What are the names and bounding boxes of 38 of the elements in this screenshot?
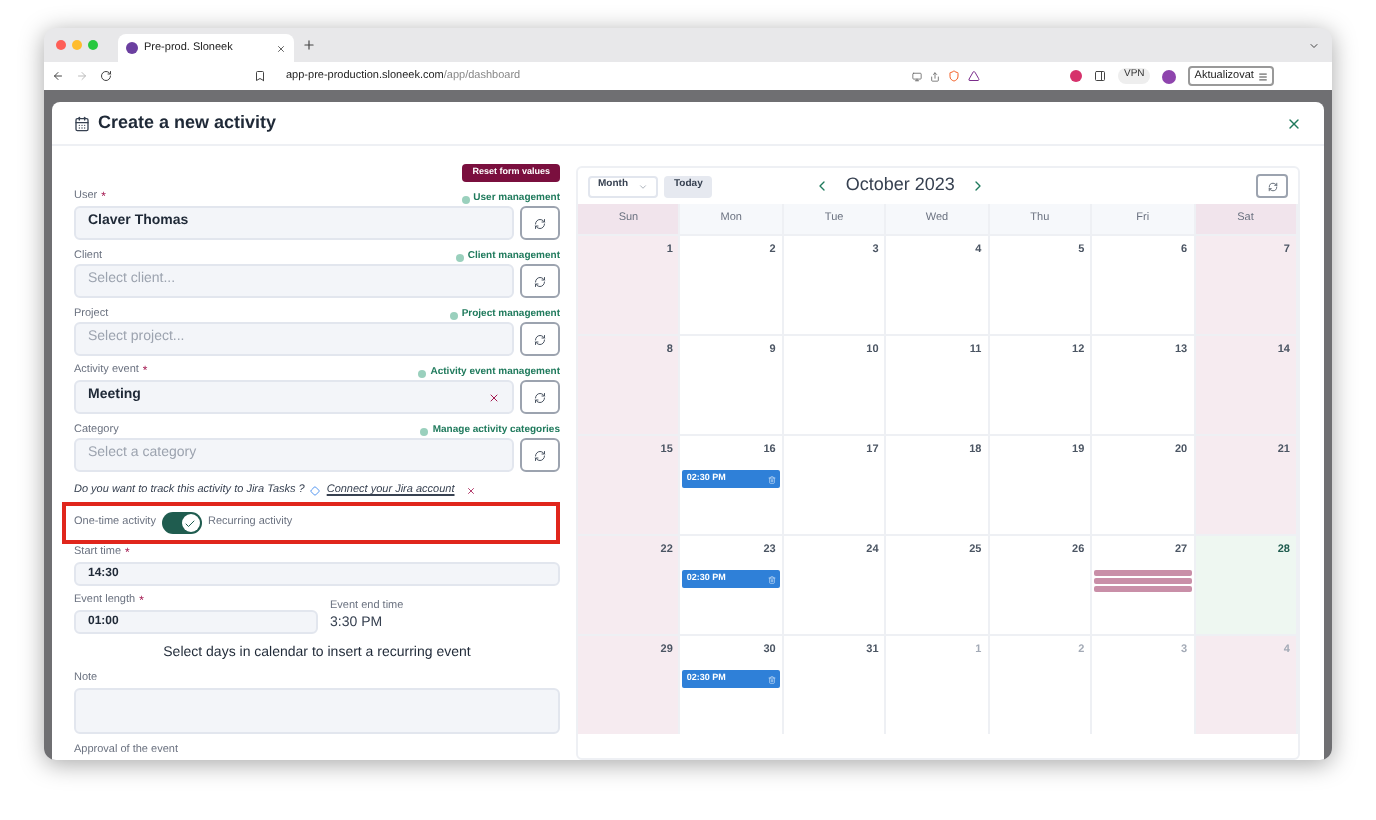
refresh-button[interactable] (520, 438, 560, 472)
check-icon (184, 517, 197, 529)
event-bar[interactable] (1094, 570, 1192, 577)
close-icon[interactable] (1286, 115, 1302, 131)
note-field[interactable] (74, 688, 560, 735)
refresh-button[interactable] (520, 380, 560, 414)
refresh-button[interactable] (520, 322, 560, 356)
forward-icon[interactable] (76, 70, 88, 82)
toggle-switch[interactable] (161, 512, 202, 534)
refresh-icon (534, 275, 546, 287)
event-bar[interactable] (1094, 586, 1192, 593)
caret-icon (638, 181, 648, 191)
back-icon[interactable] (52, 70, 64, 82)
calendar-icon (74, 115, 90, 131)
refresh-icon (534, 333, 546, 345)
trash-icon[interactable] (767, 575, 776, 584)
clear-icon[interactable] (488, 391, 500, 403)
modal-title: Create a new activity (98, 109, 277, 136)
refresh-button[interactable] (1256, 174, 1288, 198)
event-bar[interactable] (1094, 578, 1192, 585)
refresh-icon (534, 391, 546, 403)
bookmark-icon[interactable] (254, 70, 266, 82)
refresh-icon (534, 449, 546, 461)
diamond-icon (310, 486, 321, 496)
month-title: October 2023 (845, 172, 955, 199)
trash-icon[interactable] (767, 475, 776, 484)
extension-icon[interactable] (1070, 70, 1082, 82)
refresh-button[interactable] (520, 206, 560, 240)
new-tab-icon[interactable] (302, 38, 316, 52)
reload-icon[interactable] (100, 70, 112, 82)
refresh-button[interactable] (520, 264, 560, 298)
sidebar-icon[interactable] (1094, 70, 1106, 82)
avatar-icon[interactable] (1162, 69, 1177, 83)
menu-icon (1257, 71, 1268, 81)
refresh-icon (1267, 181, 1277, 191)
refresh-icon (534, 217, 546, 229)
tab-list-icon[interactable] (1308, 39, 1320, 51)
trash-icon[interactable] (767, 675, 776, 684)
